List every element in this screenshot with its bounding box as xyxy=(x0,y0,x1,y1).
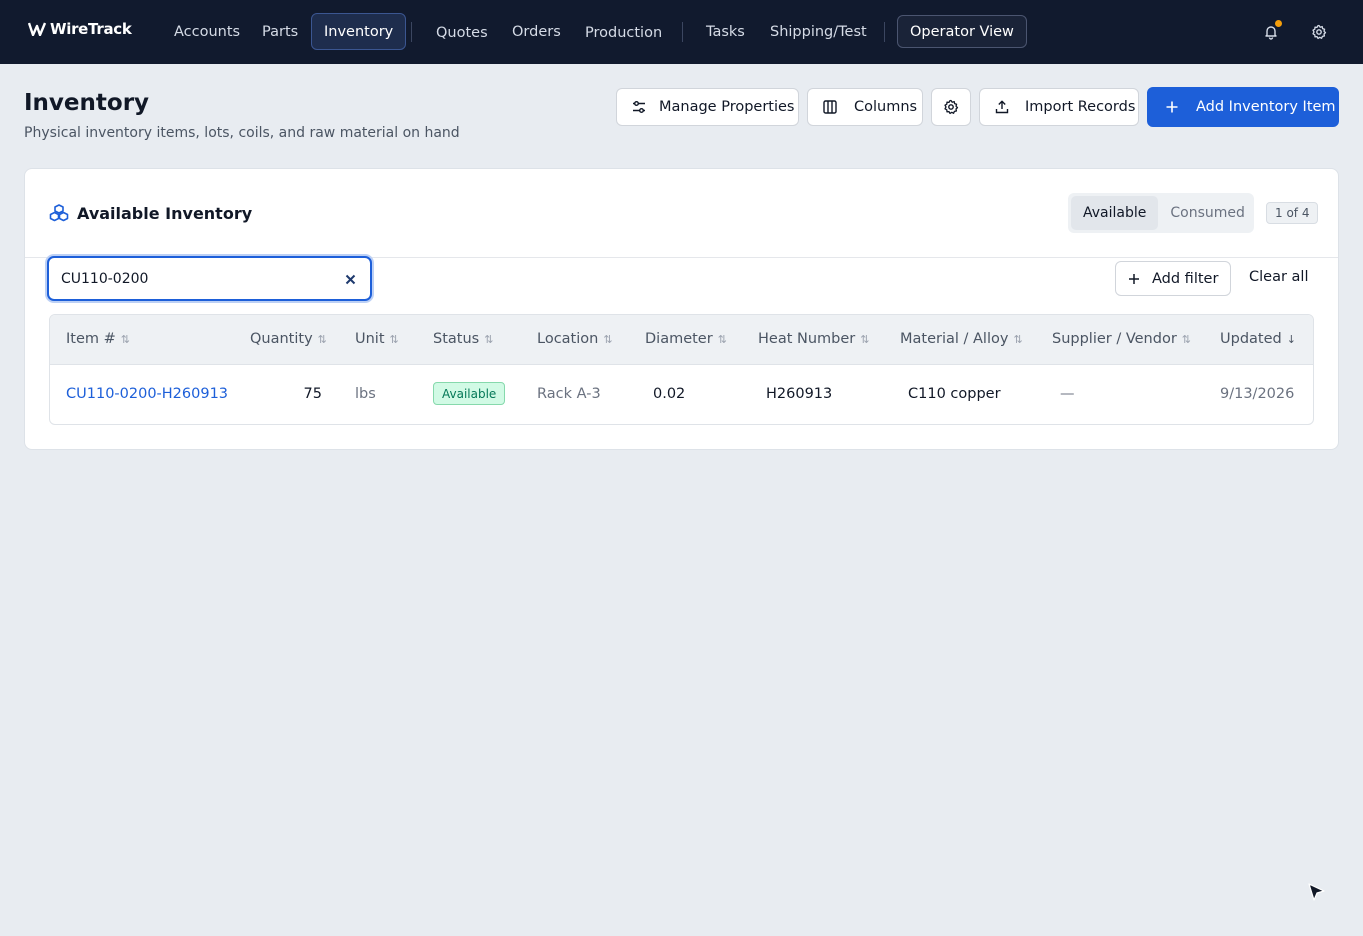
column-label: Material / Alloy xyxy=(900,331,1009,347)
column-status[interactable]: Status ⇅ xyxy=(433,331,493,347)
close-icon xyxy=(345,274,355,284)
cell-unit: lbs xyxy=(355,386,376,402)
sort-icon: ⇅ xyxy=(317,332,327,346)
column-label: Updated xyxy=(1220,331,1282,347)
column-quantity[interactable]: Quantity ⇅ xyxy=(250,331,327,347)
settings-button[interactable] xyxy=(1307,20,1331,44)
notifications-button[interactable] xyxy=(1259,20,1283,44)
top-nav: WireTrack Accounts Parts Inventory Quote… xyxy=(0,0,1363,64)
brand-name: WireTrack xyxy=(50,20,132,38)
column-label: Diameter xyxy=(645,331,713,347)
column-label: Status xyxy=(433,331,480,347)
cell-updated: 9/13/2026 xyxy=(1220,386,1295,402)
card-header: Available Inventory Available Consumed 1… xyxy=(25,169,1338,258)
column-label: Unit xyxy=(355,331,385,347)
notification-dot xyxy=(1275,20,1282,27)
nav-parts[interactable]: Parts xyxy=(250,14,310,50)
boxes-icon xyxy=(49,204,69,222)
cell-location: Rack A-3 xyxy=(537,386,601,402)
plus-icon xyxy=(1129,273,1139,284)
column-label: Location xyxy=(537,331,599,347)
column-label: Heat Number xyxy=(758,331,856,347)
search-input[interactable] xyxy=(61,268,331,290)
inventory-table: Item # ⇅ Quantity ⇅ Unit ⇅ Status ⇅ Location… xyxy=(49,314,1314,425)
column-location[interactable]: Location ⇅ xyxy=(537,331,613,347)
cell-item-number[interactable]: CU110-0200-H260913 xyxy=(66,386,228,402)
column-item-number[interactable]: Item # ⇅ xyxy=(66,331,130,347)
nav-quotes[interactable]: Quotes xyxy=(424,15,500,51)
cell-supplier: — xyxy=(1060,386,1075,402)
column-supplier-vendor[interactable]: Supplier / Vendor ⇅ xyxy=(1052,331,1191,347)
cell-material: C110 copper xyxy=(908,386,1001,402)
cell-heat-number: H260913 xyxy=(766,386,833,402)
columns-button[interactable]: Columns xyxy=(807,88,923,126)
sliders-icon xyxy=(633,101,645,113)
column-unit[interactable]: Unit ⇅ xyxy=(355,331,399,347)
add-inventory-item-button[interactable]: Add Inventory Item xyxy=(1147,87,1339,127)
sort-icon: ⇅ xyxy=(1181,332,1192,346)
mouse-cursor-icon xyxy=(1308,883,1325,901)
available-inventory-card: Available Inventory Available Consumed 1… xyxy=(24,168,1339,450)
table-settings-button[interactable] xyxy=(931,88,971,126)
nav-separator xyxy=(682,22,683,42)
sort-icon: ⇅ xyxy=(603,332,613,346)
import-records-button[interactable]: Import Records xyxy=(979,88,1139,126)
tab-consumed[interactable]: Consumed xyxy=(1158,196,1257,230)
columns-icon xyxy=(823,100,837,114)
gear-icon xyxy=(1312,24,1327,40)
column-diameter[interactable]: Diameter ⇅ xyxy=(645,331,727,347)
result-count-badge: 1 of 4 xyxy=(1266,202,1319,224)
operator-view-button[interactable]: Operator View xyxy=(897,15,1027,48)
manage-properties-button[interactable]: Manage Properties xyxy=(616,88,799,126)
columns-label: Columns xyxy=(854,99,918,115)
add-filter-button[interactable]: Add filter xyxy=(1115,261,1232,296)
nav-production[interactable]: Production xyxy=(573,15,674,51)
plus-icon xyxy=(1166,101,1178,113)
import-records-label: Import Records xyxy=(1025,99,1136,115)
cell-quantity: 75 xyxy=(303,386,322,402)
page-subtitle: Physical inventory items, lots, coils, a… xyxy=(24,125,460,141)
card-title: Available Inventory xyxy=(77,204,253,223)
sort-icon: ⇅ xyxy=(860,332,870,346)
availability-toggle: Available Consumed xyxy=(1068,193,1254,233)
column-material-alloy[interactable]: Material / Alloy ⇅ xyxy=(900,331,1023,347)
clear-all-button[interactable]: Clear all xyxy=(1249,269,1308,285)
sort-icon: ⇅ xyxy=(120,332,130,346)
upload-icon xyxy=(995,100,1009,114)
wiretrack-logo-icon xyxy=(28,22,47,36)
nav-accounts[interactable]: Accounts xyxy=(162,14,252,50)
add-inventory-item-label: Add Inventory Item xyxy=(1196,99,1336,115)
nav-tasks[interactable]: Tasks xyxy=(694,14,757,50)
sort-icon: ⇅ xyxy=(389,332,399,346)
nav-orders[interactable]: Orders xyxy=(500,14,573,50)
cell-diameter: 0.02 xyxy=(653,386,686,402)
manage-properties-label: Manage Properties xyxy=(659,99,795,115)
nav-separator xyxy=(884,22,885,42)
column-updated[interactable]: Updated ↓ xyxy=(1220,331,1296,347)
search-box xyxy=(47,256,372,301)
brand-logo[interactable]: WireTrack xyxy=(28,20,132,38)
nav-shipping-test[interactable]: Shipping/Test xyxy=(758,14,879,50)
nav-inventory[interactable]: Inventory xyxy=(311,13,407,50)
status-badge: Available xyxy=(433,382,506,405)
column-label: Quantity xyxy=(250,331,313,347)
table-header: Item # ⇅ Quantity ⇅ Unit ⇅ Status ⇅ Location… xyxy=(50,315,1313,365)
column-label: Supplier / Vendor xyxy=(1052,331,1177,347)
nav-separator xyxy=(411,22,412,42)
gear-icon xyxy=(944,99,959,115)
page-title: Inventory xyxy=(24,90,150,116)
column-label: Item # xyxy=(66,331,116,347)
clear-search-button[interactable] xyxy=(342,271,358,287)
sort-icon: ⇅ xyxy=(1013,332,1023,346)
add-filter-label: Add filter xyxy=(1152,270,1219,287)
tab-available[interactable]: Available xyxy=(1071,196,1159,230)
sort-icon: ⇅ xyxy=(717,332,727,346)
sort-icon: ⇅ xyxy=(484,332,494,346)
sort-desc-icon: ↓ xyxy=(1286,332,1296,346)
column-heat-number[interactable]: Heat Number ⇅ xyxy=(758,331,869,347)
